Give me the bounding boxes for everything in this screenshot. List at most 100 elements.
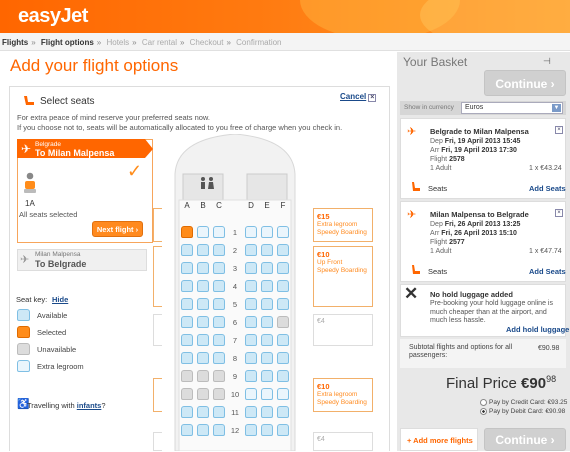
seat-5c[interactable]	[213, 298, 225, 310]
seat-8e[interactable]	[261, 352, 273, 364]
seat-1b[interactable]	[197, 226, 209, 238]
seat-10f[interactable]	[277, 388, 289, 400]
continue-button-bottom[interactable]: Continue ›	[484, 428, 566, 451]
seat-2c[interactable]	[213, 244, 225, 256]
add-hold-luggage-link[interactable]: Add hold luggage	[506, 325, 569, 334]
cancel-label[interactable]: Cancel	[340, 92, 366, 101]
seat-4f[interactable]	[277, 280, 289, 292]
seat-3a[interactable]	[181, 262, 193, 274]
arr-label: Arr	[430, 230, 440, 237]
seat-2f[interactable]	[277, 244, 289, 256]
seat-6d[interactable]	[245, 316, 257, 328]
seat-8b[interactable]	[197, 352, 209, 364]
seat-4d[interactable]	[245, 280, 257, 292]
seat-1f[interactable]	[277, 226, 289, 238]
seat-8a[interactable]	[181, 352, 193, 364]
remove-flight-icon[interactable]: ×	[555, 209, 563, 217]
seat-4e[interactable]	[261, 280, 273, 292]
seat-9d[interactable]	[245, 370, 257, 382]
add-seats-link[interactable]: Add Seats	[529, 267, 566, 276]
seat-4a[interactable]	[181, 280, 193, 292]
add-more-flights-button[interactable]: + Add more flights	[400, 428, 478, 451]
seat-7b[interactable]	[197, 334, 209, 346]
flight-route: Belgrade to Milan Malpensa	[430, 127, 529, 136]
radio-debit[interactable]	[480, 408, 487, 415]
radio-credit[interactable]	[480, 399, 487, 406]
seat-9f[interactable]	[277, 370, 289, 382]
seat-2e[interactable]	[261, 244, 273, 256]
seat-3f[interactable]	[277, 262, 289, 274]
pay-credit-option[interactable]: Pay by Credit Card: €93.25	[480, 399, 567, 406]
seat-6e[interactable]	[261, 316, 273, 328]
pin-icon[interactable]: ⊣	[543, 56, 551, 67]
seat-11f[interactable]	[277, 406, 289, 418]
seat-7c[interactable]	[213, 334, 225, 346]
seat-1e[interactable]	[261, 226, 273, 238]
seat-price: €10	[317, 250, 330, 259]
currency-value[interactable]: Euros	[465, 104, 483, 111]
seat-3d[interactable]	[245, 262, 257, 274]
seat-11e[interactable]	[261, 406, 273, 418]
seat-10e[interactable]	[261, 388, 273, 400]
seat-2b[interactable]	[197, 244, 209, 256]
chevron-icon: »	[226, 38, 231, 47]
seat-7e[interactable]	[261, 334, 273, 346]
seat-11c[interactable]	[213, 406, 225, 418]
seat-12d[interactable]	[245, 424, 257, 436]
seat-12b[interactable]	[197, 424, 209, 436]
seat-12f[interactable]	[277, 424, 289, 436]
seat-6b[interactable]	[197, 316, 209, 328]
seat-9e[interactable]	[261, 370, 273, 382]
seat-2d[interactable]	[245, 244, 257, 256]
seat-10d[interactable]	[245, 388, 257, 400]
seat-4c[interactable]	[213, 280, 225, 292]
currency-select[interactable]: Euros ▼	[461, 102, 563, 114]
pay-debit-label: Pay by Debit Card: €90.98	[489, 408, 566, 416]
seat-6a[interactable]	[181, 316, 193, 328]
seat-12e[interactable]	[261, 424, 273, 436]
close-icon[interactable]: ×	[368, 94, 377, 102]
seat-3c[interactable]	[213, 262, 225, 274]
seat-3e[interactable]	[261, 262, 273, 274]
continue-label[interactable]: Continue	[495, 433, 547, 447]
flight-number: Flight 2578	[430, 156, 465, 163]
seat-5b[interactable]	[197, 298, 209, 310]
pay-debit-option[interactable]: Pay by Debit Card: €90.98	[480, 408, 565, 415]
seat-5a[interactable]	[181, 298, 193, 310]
seat-1c[interactable]	[213, 226, 225, 238]
remove-flight-icon[interactable]: ×	[555, 126, 563, 134]
continue-button[interactable]: Continue ›	[484, 70, 566, 96]
seat-12c[interactable]	[213, 424, 225, 436]
seat-1d[interactable]	[245, 226, 257, 238]
flight-pax: 1 Adult	[430, 165, 452, 172]
breadcrumb-flights[interactable]: Flights	[2, 38, 28, 47]
seat-8f[interactable]	[277, 352, 289, 364]
seat-2a[interactable]	[181, 244, 193, 256]
key-available: Available	[37, 311, 68, 320]
seat-11a[interactable]	[181, 406, 193, 418]
seat-7a[interactable]	[181, 334, 193, 346]
seat-4b[interactable]	[197, 280, 209, 292]
next-flight-label[interactable]: Next flight	[97, 225, 134, 234]
infants-link[interactable]: infants	[77, 401, 102, 410]
seat-11d[interactable]	[245, 406, 257, 418]
seat-7d[interactable]	[245, 334, 257, 346]
seat-3b[interactable]	[197, 262, 209, 274]
seat-8c[interactable]	[213, 352, 225, 364]
seat-6c[interactable]	[213, 316, 225, 328]
seat-5e[interactable]	[261, 298, 273, 310]
seat-8d[interactable]	[245, 352, 257, 364]
seat-11b[interactable]	[197, 406, 209, 418]
cancel-link[interactable]: Cancel ×	[340, 92, 377, 102]
chevron-down-icon[interactable]: ▼	[552, 104, 561, 112]
easyjet-logo[interactable]: easyJet	[18, 5, 88, 28]
continue-label[interactable]: Continue	[495, 77, 547, 91]
add-seats-link[interactable]: Add Seats	[529, 184, 566, 193]
seat-5f[interactable]	[277, 298, 289, 310]
next-flight-button[interactable]: Next flight ›	[92, 221, 143, 237]
seat-7f[interactable]	[277, 334, 289, 346]
hide-key-link[interactable]: Hide	[52, 295, 68, 304]
seat-5d[interactable]	[245, 298, 257, 310]
seat-12a[interactable]	[181, 424, 193, 436]
seat-1a[interactable]	[181, 226, 193, 238]
